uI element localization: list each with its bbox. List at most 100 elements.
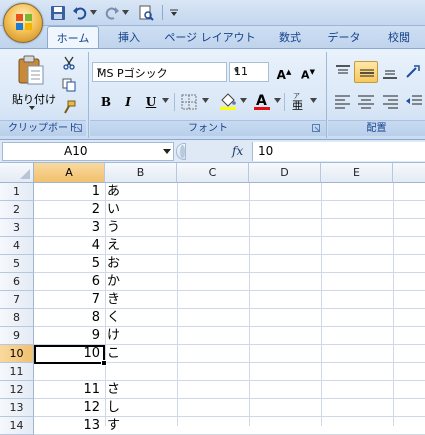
font-name-dropdown[interactable]: MS Pゴシック ▾ [92, 62, 227, 82]
cell-a13[interactable]: 12 [35, 399, 103, 417]
cell-b11[interactable] [105, 363, 175, 381]
cell-b9[interactable]: け [105, 327, 175, 345]
font-launcher-icon[interactable] [312, 124, 320, 132]
cell-a7[interactable]: 7 [35, 291, 103, 309]
align-right-icon[interactable] [380, 93, 400, 111]
fill-color-icon[interactable] [218, 91, 238, 111]
name-box-dropdown-icon[interactable] [163, 149, 171, 154]
row-header-2[interactable]: 2 [0, 201, 34, 219]
bold-button[interactable]: B [96, 92, 116, 112]
insert-function-icon[interactable]: fx [232, 142, 250, 161]
underline-button[interactable]: U [141, 92, 161, 112]
cell-a12[interactable]: 11 [35, 381, 103, 399]
cell-b7[interactable]: き [105, 291, 175, 309]
font-color-dropdown-icon[interactable] [274, 98, 281, 103]
office-button[interactable] [3, 3, 43, 43]
cell-b5[interactable]: お [105, 255, 175, 273]
cell-a8[interactable]: 8 [35, 309, 103, 327]
tab-page-layout[interactable]: ページ レイアウト [160, 26, 260, 49]
cell-a1[interactable]: 1 [35, 183, 103, 201]
phonetic-dropdown-icon[interactable] [310, 98, 317, 103]
tab-data[interactable]: データ [320, 26, 368, 49]
row-header-14[interactable]: 14 [0, 417, 34, 435]
cell-a11[interactable] [35, 363, 103, 381]
align-center-icon[interactable] [356, 93, 376, 111]
chevron-down-icon: ▾ [97, 66, 102, 76]
row-header-1[interactable]: 1 [0, 183, 34, 201]
cell-b13[interactable]: し [105, 399, 175, 417]
clipboard-launcher-icon[interactable] [74, 124, 82, 132]
align-bottom-icon[interactable] [380, 63, 400, 81]
tab-formulas[interactable]: 数式 [268, 26, 312, 49]
customize-toolbar-icon[interactable] [170, 9, 178, 17]
cell-b8[interactable]: く [105, 309, 175, 327]
row-header-11[interactable]: 11 [0, 363, 34, 381]
row-header-4[interactable]: 4 [0, 237, 34, 255]
cell-a5[interactable]: 5 [35, 255, 103, 273]
formula-input[interactable]: 10 [252, 142, 425, 161]
column-header-b[interactable]: B [105, 163, 177, 183]
select-all-button[interactable] [0, 163, 34, 183]
paste-button[interactable]: 貼り付け [6, 52, 56, 114]
tab-review[interactable]: 校閲 [376, 26, 422, 49]
row-header-13[interactable]: 13 [0, 399, 34, 417]
cell-a9[interactable]: 9 [35, 327, 103, 345]
borders-icon[interactable] [180, 93, 198, 111]
cell-b6[interactable]: か [105, 273, 175, 291]
clipboard-group-label: クリップボード [8, 123, 78, 134]
undo-icon[interactable] [72, 5, 88, 21]
cell-a14[interactable]: 13 [35, 417, 103, 435]
align-left-icon[interactable] [333, 93, 353, 111]
column-header-d[interactable]: D [249, 163, 321, 183]
tab-home[interactable]: ホーム [47, 26, 99, 49]
fill-color-dropdown-icon[interactable] [240, 98, 247, 103]
cell-a3[interactable]: 3 [35, 219, 103, 237]
row-header-5[interactable]: 5 [0, 255, 34, 273]
orientation-icon[interactable] [404, 63, 424, 81]
align-top-icon[interactable] [333, 63, 353, 81]
tab-insert[interactable]: 挿入 [106, 26, 152, 49]
redo-dropdown-icon[interactable] [122, 10, 129, 15]
row-header-8[interactable]: 8 [0, 309, 34, 327]
column-header-e[interactable]: E [321, 163, 393, 183]
cell-b14[interactable]: す [105, 417, 175, 435]
copy-icon[interactable] [62, 78, 76, 92]
save-icon[interactable] [50, 5, 66, 21]
italic-button[interactable]: I [118, 92, 138, 112]
decrease-font-size-icon[interactable]: A▼ [298, 62, 318, 82]
cut-icon[interactable] [62, 56, 76, 70]
borders-dropdown-icon[interactable] [202, 98, 209, 103]
font-color-icon[interactable]: A [252, 91, 272, 111]
cell-a4[interactable]: 4 [35, 237, 103, 255]
cell-a6[interactable]: 6 [35, 273, 103, 291]
fill-handle[interactable] [101, 360, 107, 366]
undo-dropdown-icon[interactable] [90, 10, 97, 15]
font-size-dropdown[interactable]: 11 ▾ [229, 62, 269, 82]
align-middle-button[interactable] [354, 61, 378, 83]
row-header-12[interactable]: 12 [0, 381, 34, 399]
increase-font-size-icon[interactable]: A▲ [274, 62, 294, 82]
column-header-c[interactable]: C [177, 163, 249, 183]
cell-b4[interactable]: え [105, 237, 175, 255]
name-box[interactable] [2, 142, 174, 161]
select-all-triangle-icon [20, 169, 30, 179]
cell-b10[interactable]: こ [105, 345, 175, 363]
underline-dropdown-icon[interactable] [162, 98, 169, 103]
row-header-10[interactable]: 10 [0, 345, 34, 363]
cell-a2[interactable]: 2 [35, 201, 103, 219]
column-header-f[interactable] [393, 163, 425, 183]
redo-icon[interactable] [104, 5, 120, 21]
cell-b3[interactable]: う [105, 219, 175, 237]
print-preview-icon[interactable] [138, 5, 154, 21]
row-header-7[interactable]: 7 [0, 291, 34, 309]
format-painter-icon[interactable] [62, 100, 76, 114]
row-header-3[interactable]: 3 [0, 219, 34, 237]
row-header-9[interactable]: 9 [0, 327, 34, 345]
decrease-indent-icon[interactable] [404, 93, 424, 111]
cell-b2[interactable]: い [105, 201, 175, 219]
cell-b12[interactable]: さ [105, 381, 175, 399]
column-header-a[interactable]: A [34, 163, 105, 183]
phonetic-guide-icon[interactable]: ア 亜 [288, 91, 308, 111]
row-header-6[interactable]: 6 [0, 273, 34, 291]
cell-b1[interactable]: あ [105, 183, 175, 201]
